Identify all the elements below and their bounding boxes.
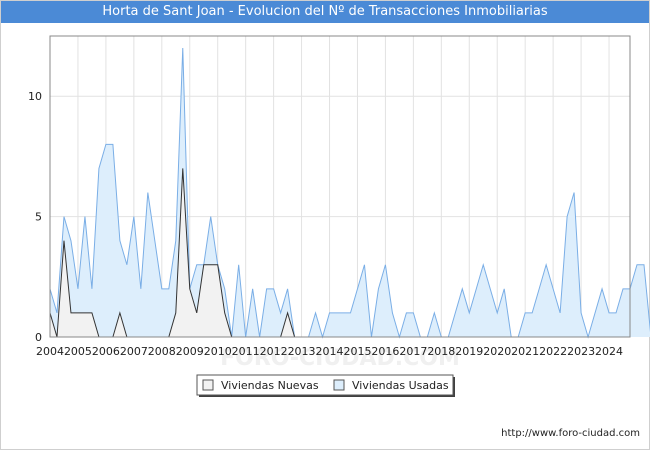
x-tick-label: 2023 <box>567 345 595 358</box>
x-tick-label: 2017 <box>399 345 427 358</box>
source-link[interactable]: http://www.foro-ciudad.com <box>501 428 640 439</box>
x-tick-label: 2005 <box>64 345 92 358</box>
legend-swatch-nuevas <box>202 379 214 391</box>
x-tick-label: 2024 <box>595 345 623 358</box>
x-tick-label: 2007 <box>120 345 148 358</box>
x-tick-label: 2004 <box>36 345 64 358</box>
x-tick-label: 2014 <box>316 345 344 358</box>
x-tick-label: 2020 <box>483 345 511 358</box>
x-tick-label: 2018 <box>427 345 455 358</box>
x-tick-label: 2006 <box>92 345 120 358</box>
x-tick-label: 2010 <box>204 345 232 358</box>
chart-canvas: FORO-CIUDAD.COM05102004 2005 2006 2007 2008 2… <box>28 35 650 397</box>
x-tick-label: 2011 <box>232 345 260 358</box>
legend-label-nuevas: Viviendas Nuevas <box>221 379 319 392</box>
x-tick-label: 2021 <box>511 345 539 358</box>
y-tick-label: 0 <box>35 331 42 344</box>
x-tick-label: 2013 <box>288 345 316 358</box>
legend-swatch-usadas <box>333 379 345 391</box>
legend-label-usadas: Viviendas Usadas <box>352 379 449 392</box>
x-tick-label: 2016 <box>371 345 399 358</box>
x-tick-label: 2022 <box>539 345 567 358</box>
y-tick-label: 10 <box>28 90 42 103</box>
x-tick-label: 2019 <box>455 345 483 358</box>
x-tick-label: 2009 <box>176 345 204 358</box>
x-tick-label: 2012 <box>260 345 288 358</box>
y-tick-label: 5 <box>35 211 42 224</box>
x-tick-label: 2015 <box>343 345 371 358</box>
x-tick-label: 2008 <box>148 345 176 358</box>
